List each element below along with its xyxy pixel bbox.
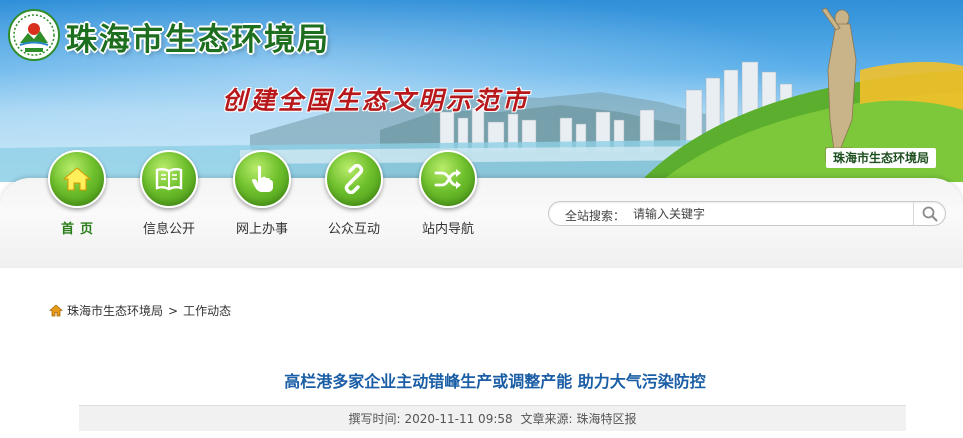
nav-label-sitemap: 站内导航	[421, 222, 474, 237]
book-icon	[155, 168, 183, 191]
nav-label-interaction: 公众互动	[327, 222, 380, 237]
nav-item-site-navigation[interactable]: 站内导航	[408, 150, 488, 237]
breadcrumb-home-icon	[49, 304, 63, 317]
nav-item-info-disclosure[interactable]: 信息公开	[129, 150, 209, 237]
article-meta: 撰写时间: 2020-11-11 09:58 文章来源: 珠海特区报	[79, 405, 906, 431]
banner-badge: 珠海市生态环境局	[826, 148, 936, 168]
site-logo[interactable]	[8, 9, 60, 61]
source-label: 文章来源:	[520, 412, 573, 426]
nav-home-button[interactable]	[48, 150, 106, 208]
home-icon	[62, 167, 92, 191]
breadcrumb: 珠海市生态环境局 > 工作动态	[49, 302, 231, 319]
article-title: 高栏港多家企业主动错峰生产或调整产能 助力大气污染防控	[284, 372, 706, 391]
shuffle-icon	[434, 169, 461, 189]
emblem-icon	[8, 9, 60, 61]
article-source: 珠海特区报	[576, 412, 637, 426]
search-icon	[922, 206, 938, 221]
breadcrumb-current-link[interactable]: 工作动态	[183, 302, 231, 319]
breadcrumb-home-link[interactable]: 珠海市生态环境局	[67, 302, 163, 319]
nav-sitemap-button[interactable]	[419, 150, 477, 208]
nav-item-home[interactable]: 首页	[37, 150, 117, 237]
nav-services-button[interactable]	[233, 150, 291, 208]
site-search: 全站搜索：	[548, 201, 946, 226]
search-label: 全站搜索：	[565, 209, 626, 223]
nav-interaction-button[interactable]	[325, 150, 383, 208]
site-title: 珠海市生态环境局	[66, 22, 330, 58]
link-icon	[344, 164, 364, 194]
search-input[interactable]	[633, 205, 903, 223]
nav-label-services: 网上办事	[235, 222, 288, 237]
banner-slogan: 创建全国生态文明示范市	[222, 86, 531, 115]
publish-date: 2020-11-11 09:58	[404, 412, 513, 426]
search-button[interactable]	[913, 202, 946, 225]
nav-item-public-interaction[interactable]: 公众互动	[314, 150, 394, 237]
date-label: 撰写时间:	[348, 412, 401, 426]
nav-label-info: 信息公开	[142, 222, 195, 237]
pointer-hand-icon	[252, 165, 273, 192]
nav-info-button[interactable]	[140, 150, 198, 208]
nav-label-home: 首页	[60, 222, 99, 237]
nav-item-online-services[interactable]: 网上办事	[222, 150, 302, 237]
breadcrumb-separator: >	[168, 303, 179, 318]
